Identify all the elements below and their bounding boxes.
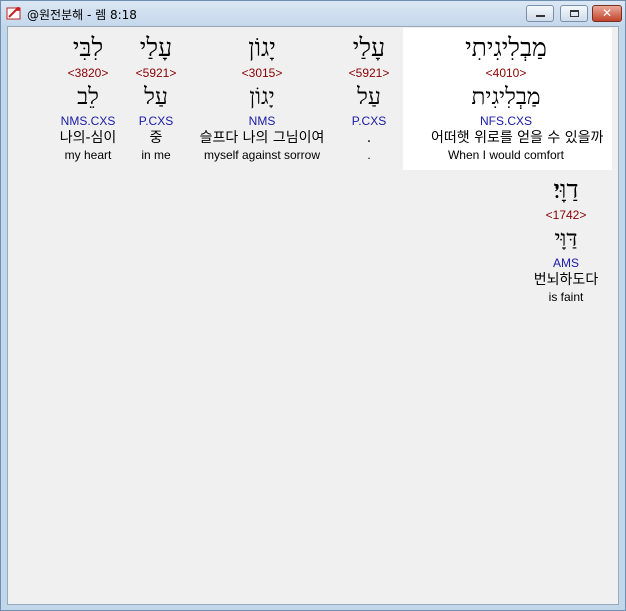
hebrew-root: מַבְלִיגִית <box>471 84 541 110</box>
app-icon <box>6 7 21 20</box>
hebrew-word: לִבִּי <box>72 33 104 62</box>
strong-number[interactable]: <3820> <box>28 65 148 81</box>
maximize-icon <box>570 10 579 17</box>
korean-gloss: 나의-심이 <box>59 130 117 146</box>
morphology-code: AMS <box>552 256 579 270</box>
korean-gloss: 어떠햇 위로를 얻을 수 있을까 <box>431 130 604 146</box>
korean-gloss: 번뇌하도다 <box>533 272 599 288</box>
hebrew-root: לֵב <box>77 84 99 110</box>
word-block-6[interactable]: דַוָּי׃ <1742> דַּוָּי AMS 번뇌하도다 is fain… <box>506 173 626 305</box>
english-gloss: When I would comfort <box>447 148 565 162</box>
english-gloss: my heart <box>64 148 112 162</box>
title-bar[interactable]: @원전분해 - 렘 8:18 ✕ <box>1 1 625 25</box>
close-icon: ✕ <box>601 6 613 20</box>
hebrew-word: דַוָּי׃ <box>553 175 579 204</box>
strong-number[interactable]: <1742> <box>506 207 626 223</box>
morphology-code: NMS.CXS <box>60 114 116 128</box>
word-block-1[interactable]: מַבְלִיגִיתִי <4010> מַבְלִיגִית NFS.CXS… <box>431 31 604 163</box>
english-gloss: is faint <box>548 290 584 304</box>
word-block-5[interactable]: לִבִּי <3820> לֵב NMS.CXS 나의-심이 my heart <box>28 31 148 163</box>
close-button[interactable]: ✕ <box>592 5 622 22</box>
morphology-code: NFS.CXS <box>479 114 532 128</box>
maximize-button[interactable] <box>560 5 588 22</box>
interlinear-view: מַבְלִיגִיתִי <4010> מַבְלִיגִית NFS.CXS… <box>7 26 619 605</box>
strong-number[interactable]: <4010> <box>431 65 581 81</box>
window-title: @원전분해 - 렘 8:18 <box>27 8 137 22</box>
hebrew-word: מַבְלִיגִיתִי <box>465 33 547 62</box>
minimize-button[interactable] <box>526 5 554 22</box>
hebrew-root: דַּוָּי <box>554 226 578 252</box>
app-window: @원전분해 - 렘 8:18 ✕ מַבְלִיגִיתִי <4010> מַ… <box>0 0 626 611</box>
minimize-icon <box>536 15 545 17</box>
